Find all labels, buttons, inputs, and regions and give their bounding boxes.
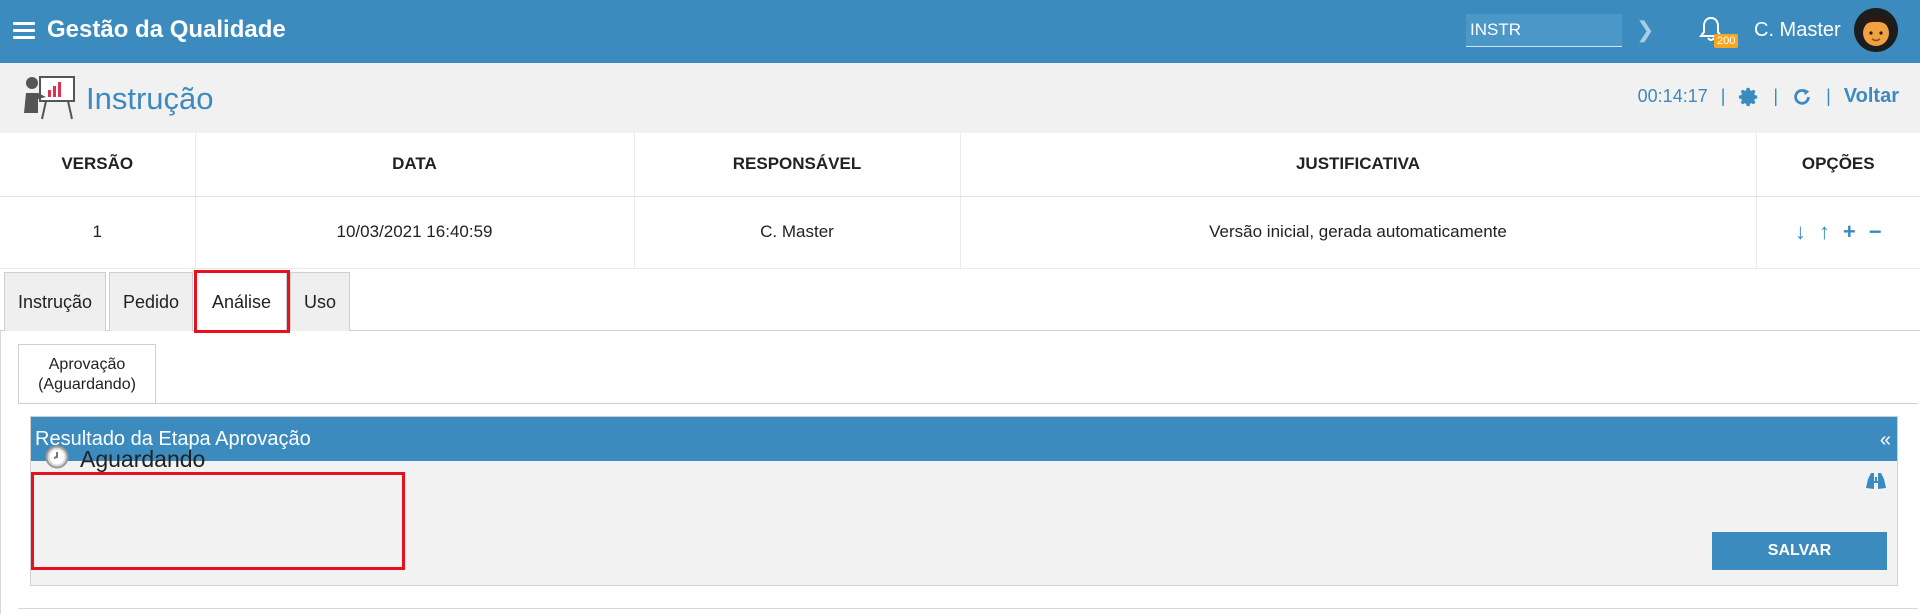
column-header-date: DATA [195, 133, 635, 197]
column-header-justification: JUSTIFICATIVA [960, 133, 1757, 197]
presentation-icon [24, 76, 75, 120]
back-link[interactable]: Voltar [1844, 85, 1899, 108]
subtab-label-line1: Aprovação [48, 356, 126, 373]
avatar[interactable] [1854, 8, 1898, 52]
cell-justification: Versão inicial, gerada automaticamente [960, 196, 1757, 269]
tab-bar: Instrução Pedido Análise Uso [0, 272, 1920, 332]
collapse-icon[interactable]: « [1880, 429, 1891, 452]
cell-date: 10/03/2021 16:40:59 [195, 196, 635, 269]
arrow-up-icon[interactable]: ↑ [1819, 219, 1830, 245]
column-header-options: OPÇÕES [1756, 133, 1920, 197]
page-title: Instrução [86, 81, 214, 116]
notification-badge: 200 [1714, 34, 1739, 48]
cell-options: ↓ ↑ + − [1756, 196, 1920, 269]
minus-icon[interactable]: − [1869, 219, 1882, 245]
top-bar: Gestão da Qualidade ❯ 200 C. Master [0, 0, 1920, 63]
table-header-row: VERSÃO DATA RESPONSÁVEL JUSTIFICATIVA OP… [0, 133, 1920, 197]
column-header-responsible: RESPONSÁVEL [634, 133, 961, 197]
divider: | [1826, 86, 1831, 106]
save-button[interactable]: SALVAR [1712, 532, 1887, 570]
gear-icon[interactable] [1738, 86, 1760, 108]
session-timer: 00:14:17 [1637, 86, 1708, 106]
chevron-right-icon[interactable]: ❯ [1636, 17, 1654, 43]
plus-icon[interactable]: + [1843, 219, 1856, 245]
cell-version: 1 [0, 196, 196, 269]
arrow-down-icon[interactable]: ↓ [1795, 219, 1806, 245]
header-actions: 00:14:17 | | | Voltar [1638, 85, 1899, 108]
divider [18, 608, 1918, 609]
tab-pedido[interactable]: Pedido [109, 272, 193, 331]
table-row: 1 10/03/2021 16:40:59 C. Master Versão i… [0, 196, 1920, 269]
menu-icon[interactable] [13, 22, 35, 40]
tab-analise[interactable]: Análise [196, 272, 287, 332]
subtab-label-line2: (Aguardando) [38, 376, 136, 393]
search-input[interactable] [1466, 14, 1622, 47]
panel-header: Resultado da Etapa Aprovação « [31, 417, 1897, 461]
tab-content: Aprovação (Aguardando) Resultado da Etap… [0, 331, 1920, 614]
refresh-icon[interactable] [1791, 86, 1813, 108]
tab-uso[interactable]: Uso [290, 272, 350, 331]
binoculars-icon[interactable] [1865, 471, 1887, 491]
page-header: Instrução 00:14:17 | | | Voltar [0, 63, 1920, 133]
tab-instrucao[interactable]: Instrução [4, 272, 106, 331]
column-header-version: VERSÃO [0, 133, 196, 197]
user-name[interactable]: C. Master [1754, 19, 1841, 42]
app-title: Gestão da Qualidade [47, 16, 286, 43]
divider: | [1773, 86, 1779, 106]
subtab-aprovacao[interactable]: Aprovação (Aguardando) [18, 344, 156, 403]
divider [18, 403, 1918, 404]
versions-table: VERSÃO DATA RESPONSÁVEL JUSTIFICATIVA OP… [0, 133, 1920, 269]
result-panel: Resultado da Etapa Aprovação « Aguardand… [30, 416, 1898, 586]
divider: | [1720, 86, 1726, 106]
status-value[interactable]: Aguardando [80, 445, 206, 474]
cell-responsible: C. Master [634, 196, 961, 269]
clock-icon [45, 445, 69, 469]
